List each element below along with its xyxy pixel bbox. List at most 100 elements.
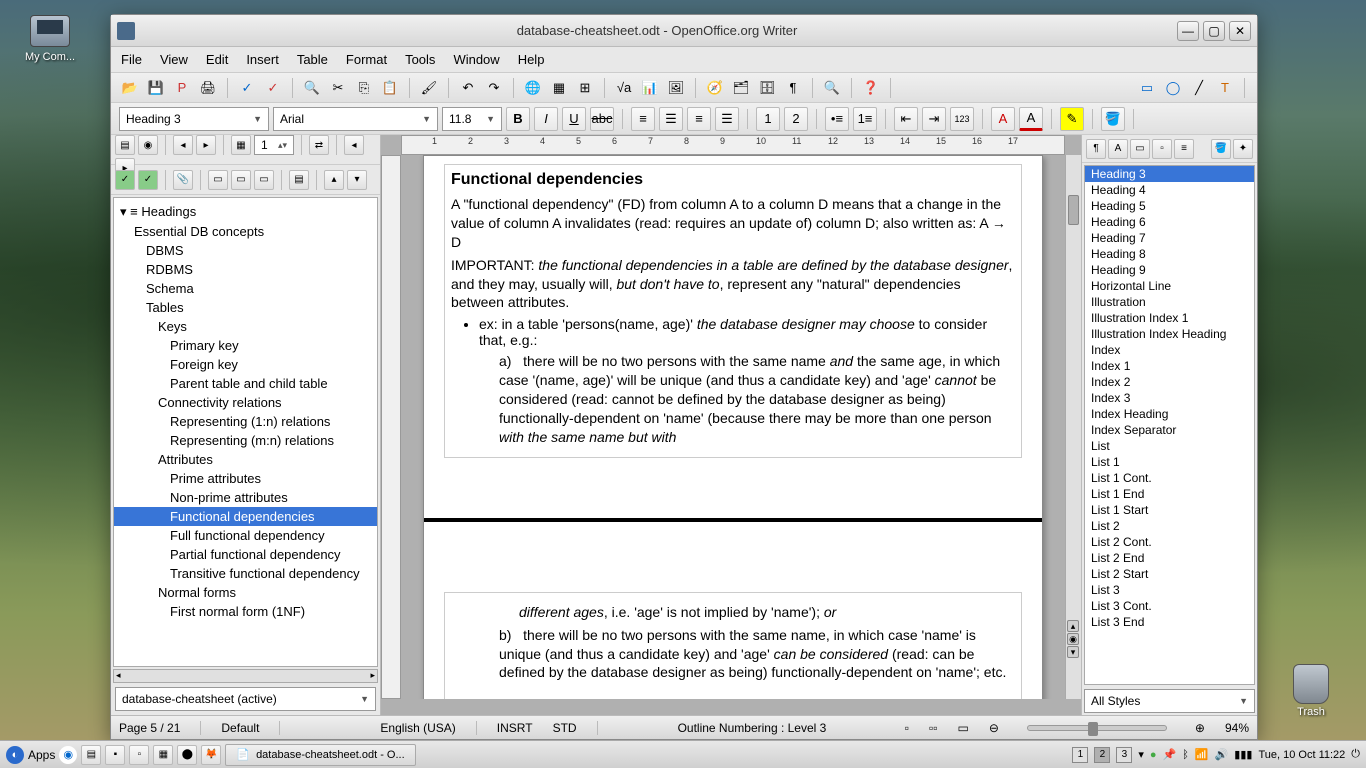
style-item[interactable]: Heading 5 [1085, 198, 1254, 214]
style-item[interactable]: Heading 7 [1085, 230, 1254, 246]
tray-pin-icon[interactable]: 📌 [1163, 748, 1177, 761]
nav-footer-icon[interactable]: ▭ [231, 170, 251, 190]
nav-page-icon[interactable]: ▦ [231, 135, 251, 155]
navigator-icon[interactable]: 🧭 [704, 77, 726, 99]
font-color-button[interactable]: A [991, 107, 1015, 131]
number-list-button[interactable]: 1≡ [853, 107, 877, 131]
bullet-list-button[interactable]: •≡ [825, 107, 849, 131]
print-icon[interactable]: 🖨 [197, 77, 219, 99]
close-button[interactable]: ✕ [1229, 21, 1251, 41]
taskbar-window-button[interactable]: 📄 database-cheatsheet.odt - O... [225, 744, 415, 766]
style-item[interactable]: Heading 4 [1085, 182, 1254, 198]
status-insert[interactable]: INSRT [497, 721, 533, 735]
view-book-icon[interactable]: ▭ [958, 721, 969, 735]
list-styles-icon[interactable]: ≡ [1174, 139, 1194, 159]
help-icon[interactable]: ❓ [860, 77, 882, 99]
style-item[interactable]: List 1 Start [1085, 502, 1254, 518]
styles-filter-combo[interactable]: All Styles ▼ [1084, 689, 1255, 713]
status-page[interactable]: Page 5 / 21 [119, 721, 201, 735]
style-item[interactable]: Illustration Index Heading [1085, 326, 1254, 342]
workspace-3[interactable]: 3 [1116, 747, 1132, 763]
grid-icon[interactable]: ⊞ [574, 77, 596, 99]
style-item[interactable]: Heading 9 [1085, 262, 1254, 278]
tree-item[interactable]: Prime attributes [114, 469, 377, 488]
linespacing-2-button[interactable]: 2 [784, 107, 808, 131]
style-item[interactable]: List 3 [1085, 582, 1254, 598]
highlight-button[interactable]: A [1019, 107, 1043, 131]
menu-view[interactable]: View [160, 52, 188, 67]
style-item[interactable]: Illustration [1085, 294, 1254, 310]
num-format-button[interactable]: 123 [950, 107, 974, 131]
workspace-1[interactable]: 1 [1072, 747, 1088, 763]
tray-volume-icon[interactable]: 🔊 [1215, 748, 1229, 761]
align-right-button[interactable]: ≡ [687, 107, 711, 131]
style-item[interactable]: List 2 Cont. [1085, 534, 1254, 550]
style-item[interactable]: List 3 End [1085, 614, 1254, 630]
ellipse-icon[interactable]: ◯ [1162, 77, 1184, 99]
datasource-icon[interactable]: 🗄 [756, 77, 778, 99]
menu-help[interactable]: Help [518, 52, 545, 67]
cut-icon[interactable]: ✂ [327, 77, 349, 99]
show-desktop-icon[interactable]: ◉ [59, 746, 77, 764]
styles-list[interactable]: Heading 3Heading 4Heading 5Heading 6Head… [1084, 165, 1255, 685]
nav-target-button[interactable]: ◉ [1067, 633, 1079, 645]
desktop-icon-my-computer[interactable]: My Com... [20, 15, 80, 63]
style-item[interactable]: List 1 Cont. [1085, 470, 1254, 486]
font-size-combo[interactable]: 11.8 ▼ [442, 107, 502, 131]
fill-format-icon[interactable]: 🪣 [1211, 139, 1231, 159]
nav-down-icon[interactable]: ▾ [347, 170, 367, 190]
style-item[interactable]: Heading 6 [1085, 214, 1254, 230]
style-item[interactable]: Heading 8 [1085, 246, 1254, 262]
tray-battery-icon[interactable]: ▮▮▮ [1234, 748, 1252, 761]
char-styles-icon[interactable]: A [1108, 139, 1128, 159]
tree-item[interactable]: DBMS [114, 241, 377, 260]
redo-icon[interactable]: ↷ [483, 77, 505, 99]
tray-network-icon[interactable]: 📶 [1195, 748, 1209, 761]
tree-item[interactable]: Attributes [114, 450, 377, 469]
workspace-2[interactable]: 2 [1094, 747, 1110, 763]
zoom-in-button[interactable]: ⊕ [1195, 721, 1205, 735]
style-item[interactable]: Index 2 [1085, 374, 1254, 390]
highlight2-button[interactable]: ✎ [1060, 107, 1084, 131]
menu-edit[interactable]: Edit [206, 52, 228, 67]
status-selection[interactable]: STD [553, 721, 598, 735]
tree-item[interactable]: Normal forms [114, 583, 377, 602]
prev-page-button[interactable]: ▴ [1067, 620, 1079, 632]
next-page-button[interactable]: ▾ [1067, 646, 1079, 658]
zoom-icon[interactable]: 🔍 [821, 77, 843, 99]
menu-table[interactable]: Table [297, 52, 328, 67]
tree-item[interactable]: Functional dependencies [114, 507, 377, 526]
rect-icon[interactable]: ▭ [1136, 77, 1158, 99]
italic-button[interactable]: I [534, 107, 558, 131]
strike-button[interactable]: abc [590, 107, 614, 131]
menu-insert[interactable]: Insert [246, 52, 279, 67]
tree-item[interactable]: Tables [114, 298, 377, 317]
image-icon[interactable]: 🖼 [665, 77, 687, 99]
paragraph-style-combo[interactable]: Heading 3 ▼ [119, 107, 269, 131]
app-icon[interactable]: ⬤ [177, 745, 197, 765]
menu-file[interactable]: File [121, 52, 142, 67]
style-item[interactable]: Index [1085, 342, 1254, 358]
minimize-button[interactable]: — [1177, 21, 1199, 41]
style-item[interactable]: List 2 End [1085, 550, 1254, 566]
menu-tools[interactable]: Tools [405, 52, 435, 67]
status-language[interactable]: English (USA) [380, 721, 476, 735]
nav-toggle-icon[interactable]: ▤ [115, 135, 135, 155]
nav-anchor-icon[interactable]: 📎 [173, 170, 193, 190]
nav-prev-icon[interactable]: ◂ [173, 135, 193, 155]
pdf-icon[interactable]: P [171, 77, 193, 99]
style-item[interactable]: List 3 Cont. [1085, 598, 1254, 614]
nav-drag-icon[interactable]: ⇄ [309, 135, 329, 155]
tray-arrow-icon[interactable]: ▾ [1138, 748, 1144, 761]
style-item[interactable]: Index 3 [1085, 390, 1254, 406]
horizontal-ruler[interactable]: 1234567891011121314151617 [401, 135, 1065, 155]
format-paint-icon[interactable]: 🖌 [418, 77, 440, 99]
nav-reminder-icon[interactable]: ▭ [254, 170, 274, 190]
page-styles-icon[interactable]: ▫ [1152, 139, 1172, 159]
line-icon[interactable]: ╱ [1188, 77, 1210, 99]
zoom-value[interactable]: 94% [1225, 721, 1249, 735]
autospell-icon[interactable]: ✓ [262, 77, 284, 99]
scrollbar-thumb[interactable] [1068, 195, 1079, 225]
formula-icon[interactable]: √a [613, 77, 635, 99]
spellcheck-icon[interactable]: ✓ [236, 77, 258, 99]
